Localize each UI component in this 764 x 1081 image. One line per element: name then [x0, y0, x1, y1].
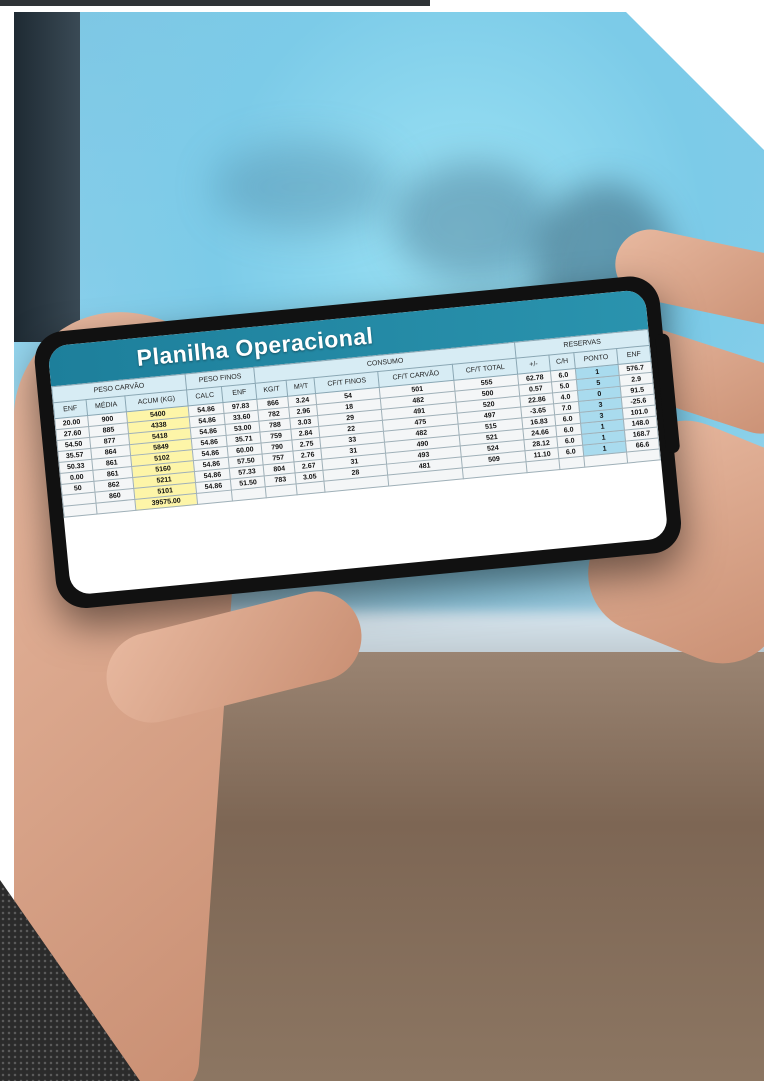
table-cell: [559, 456, 585, 470]
top-accent-bar: [0, 0, 430, 6]
table-cell: [265, 483, 298, 498]
table-cell: [196, 490, 233, 505]
table-cell: [95, 499, 137, 515]
tv-frame-edge: [14, 12, 80, 342]
phone-screen: Planilha Operacional PESO CARVÃO PESO FI…: [47, 289, 669, 596]
photo-hands-holding-phone: Planilha Operacional PESO CARVÃO PESO FI…: [14, 12, 764, 1081]
table-cell: [296, 481, 326, 495]
table-cell: [63, 503, 97, 518]
blur-shape: [394, 162, 554, 282]
photo-frame: Planilha Operacional PESO CARVÃO PESO FI…: [0, 0, 764, 1081]
table-cell: [231, 486, 267, 502]
table-cell: [626, 448, 661, 463]
blur-shape: [214, 142, 394, 232]
table-cell: [526, 458, 561, 473]
